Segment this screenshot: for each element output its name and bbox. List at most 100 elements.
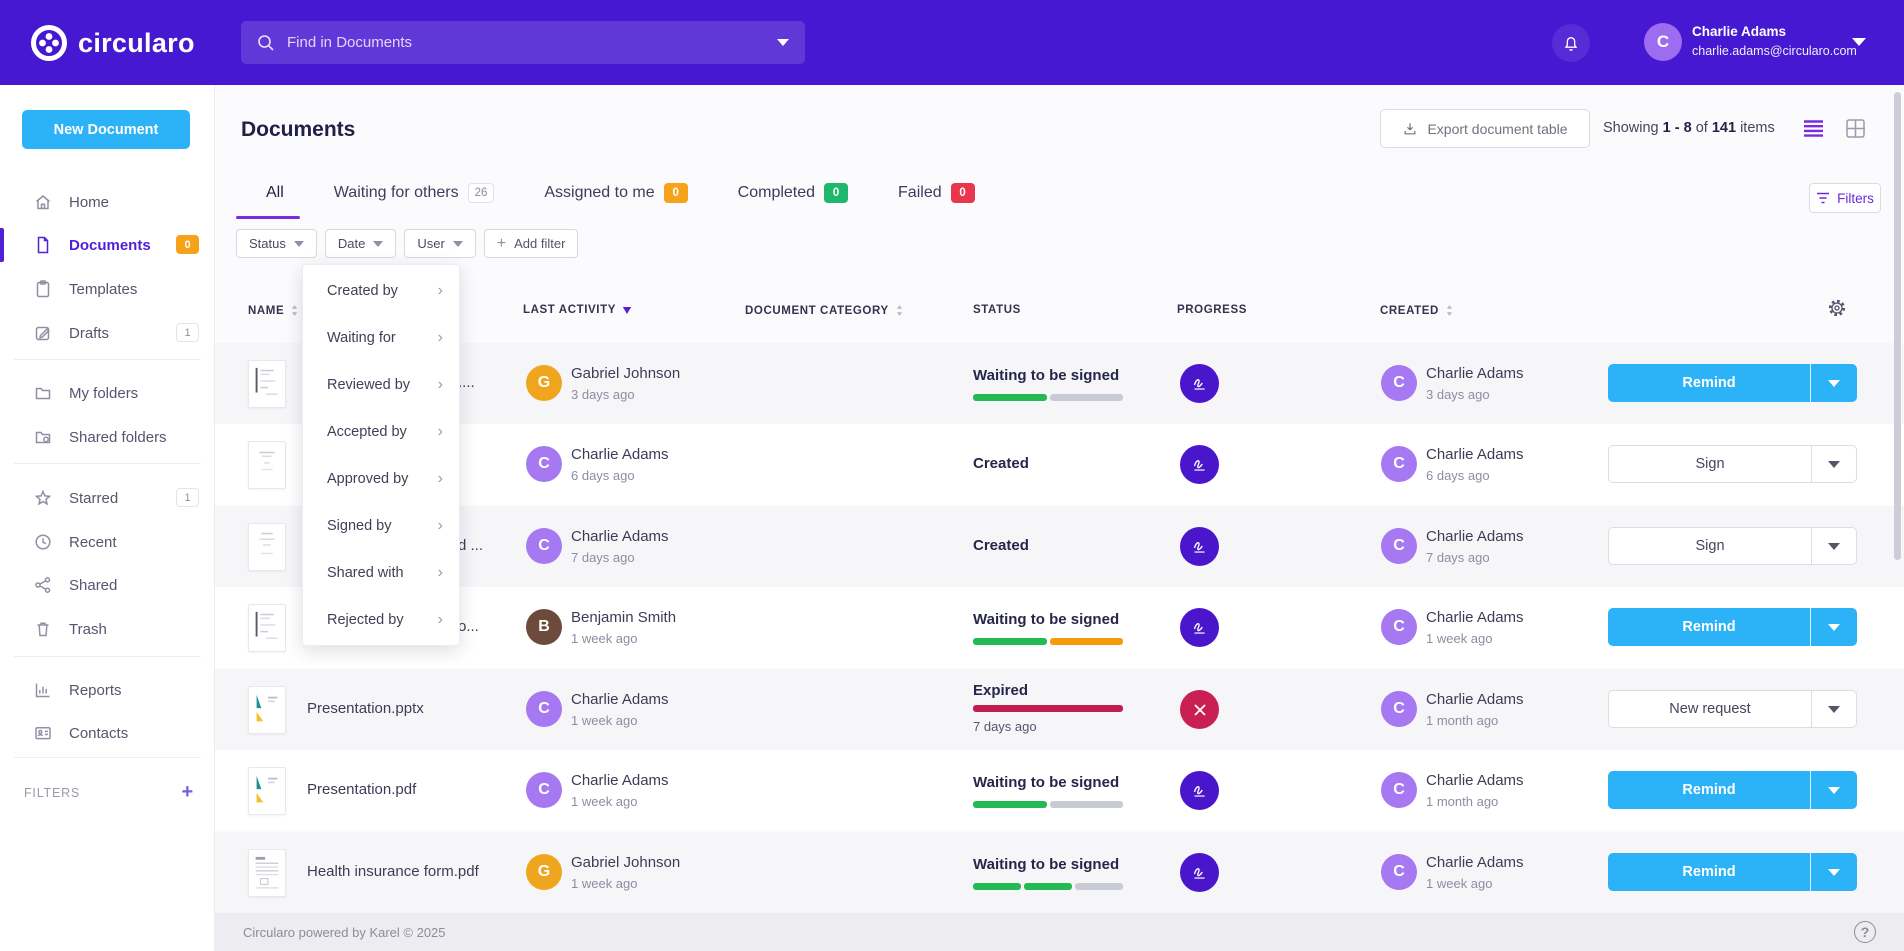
scrollbar-thumb[interactable] [1894, 92, 1901, 560]
avatar: C [1381, 528, 1417, 564]
menu-item-signed-by[interactable]: Signed by› [303, 502, 459, 549]
add-filter-button[interactable]: +Add filter [484, 229, 579, 258]
sidebar-item-shared-folders[interactable]: Shared folders [0, 418, 215, 456]
row-action: New request [1608, 690, 1857, 728]
sidebar-item-contacts[interactable]: Contacts [0, 714, 215, 752]
table-row[interactable]: Presentation.pptx C Charlie Adams1 week … [215, 669, 1904, 750]
sidebar-item-starred[interactable]: Starred 1 [0, 479, 215, 517]
avatar: C [526, 772, 562, 808]
sidebar-item-recent[interactable]: Recent [0, 523, 215, 561]
sidebar-item-my-folders[interactable]: My folders [0, 374, 215, 412]
sign-button[interactable]: Sign [1609, 446, 1811, 482]
sidebar-item-drafts[interactable]: Drafts 1 [0, 314, 215, 352]
page-title: Documents [241, 118, 355, 142]
remind-button[interactable]: Remind [1608, 364, 1810, 402]
action-dropdown-button[interactable] [1811, 446, 1856, 482]
remind-button[interactable]: Remind [1608, 608, 1810, 646]
menu-item-shared-with[interactable]: Shared with› [303, 549, 459, 596]
add-filter-plus-icon[interactable]: + [182, 781, 194, 804]
search-input[interactable]: Find in Documents [241, 21, 805, 64]
menu-item-created-by[interactable]: Created by› [303, 267, 459, 314]
tab-completed[interactable]: Completed0 [738, 183, 848, 203]
tab-badge: 26 [468, 183, 495, 203]
created-cell: Charlie Adams1 week ago [1426, 607, 1524, 648]
help-button[interactable]: ? [1854, 921, 1876, 943]
column-header-progress: PROGRESS [1177, 304, 1247, 316]
sidebar-filters-section: FILTERS + [24, 781, 194, 804]
divider [14, 359, 201, 360]
table-row[interactable]: Health insurance form.pdf G Gabriel John… [215, 832, 1904, 913]
signature-progress-icon[interactable] [1180, 853, 1219, 892]
tab-waiting-for-others[interactable]: Waiting for others26 [334, 183, 495, 203]
signature-progress-icon[interactable] [1180, 608, 1219, 647]
new-document-button[interactable]: New Document [22, 110, 190, 149]
filters-button[interactable]: Filters [1809, 183, 1881, 213]
sidebar-item-home[interactable]: Home [0, 183, 215, 221]
table-header: NAME LAST ACTIVITY DOCUMENT CATEGORY STA… [215, 280, 1904, 343]
action-dropdown-button[interactable] [1810, 853, 1857, 891]
document-thumbnail-icon [248, 360, 286, 408]
tab-assigned-to-me[interactable]: Assigned to me0 [544, 183, 687, 203]
table-settings-button[interactable] [1827, 298, 1847, 318]
column-header-document-category[interactable]: DOCUMENT CATEGORY [745, 304, 904, 317]
table-row[interactable]: o... B Benjamin Smith1 week ago Waiting … [215, 587, 1904, 668]
remind-button[interactable]: Remind [1608, 771, 1810, 809]
user-info[interactable]: Charlie Adams charlie.adams@circularo.co… [1692, 22, 1857, 60]
menu-item-accepted-by[interactable]: Accepted by› [303, 408, 459, 455]
sidebar-item-label: Home [69, 194, 109, 211]
last-activity-cell: Charlie Adams1 week ago [571, 689, 669, 730]
action-dropdown-button[interactable] [1810, 608, 1857, 646]
signature-progress-icon[interactable] [1180, 364, 1219, 403]
app-logo[interactable]: circularo [30, 24, 195, 62]
sidebar-item-shared[interactable]: Shared [0, 566, 215, 604]
chevron-right-icon: › [438, 329, 443, 347]
chevron-right-icon: › [438, 423, 443, 441]
column-header-created[interactable]: CREATED [1380, 304, 1454, 317]
filter-chip-user[interactable]: User [404, 229, 475, 258]
action-dropdown-button[interactable] [1810, 364, 1857, 402]
action-dropdown-button[interactable] [1811, 691, 1856, 727]
folder-icon [33, 383, 53, 403]
table-row[interactable]: d ... C Charlie Adams7 days ago Created … [215, 506, 1904, 587]
export-document-table-button[interactable]: Export document table [1380, 109, 1590, 148]
menu-item-waiting-for[interactable]: Waiting for› [303, 314, 459, 361]
filter-chip-date[interactable]: Date [325, 229, 396, 258]
column-header-status: STATUS [973, 304, 1021, 316]
signature-progress-icon[interactable] [1180, 771, 1219, 810]
notifications-button[interactable] [1552, 24, 1590, 62]
action-dropdown-button[interactable] [1811, 528, 1856, 564]
table-row[interactable]: Presentation.pdf C Charlie Adams1 week a… [215, 750, 1904, 831]
user-filter-dropdown-menu: Created by› Waiting for› Reviewed by› Ac… [302, 264, 460, 646]
signature-progress-icon[interactable] [1180, 445, 1219, 484]
sidebar-item-trash[interactable]: Trash [0, 610, 215, 648]
signature-progress-icon[interactable] [1180, 527, 1219, 566]
sidebar-item-documents[interactable]: Documents 0 [0, 226, 215, 264]
tab-failed[interactable]: Failed0 [898, 183, 975, 203]
sidebar-item-reports[interactable]: Reports [0, 671, 215, 709]
bar-chart-icon [33, 680, 53, 700]
failed-progress-icon[interactable] [1180, 690, 1219, 729]
filters-section-label: FILTERS [24, 786, 80, 800]
tab-all[interactable]: All [266, 184, 284, 202]
table-row[interactable]: .... G Gabriel Johnson3 days ago Waiting… [215, 343, 1904, 424]
new-request-button[interactable]: New request [1609, 691, 1811, 727]
divider [14, 463, 201, 464]
sidebar-item-label: Shared [69, 577, 117, 594]
sidebar-item-templates[interactable]: Templates [0, 270, 215, 308]
table-row[interactable]: C Charlie Adams6 days ago Created C Char… [215, 424, 1904, 505]
remind-button[interactable]: Remind [1608, 853, 1810, 891]
user-menu-caret-icon[interactable] [1852, 38, 1866, 46]
sign-button[interactable]: Sign [1609, 528, 1811, 564]
menu-item-approved-by[interactable]: Approved by› [303, 455, 459, 502]
grid-view-button[interactable] [1846, 119, 1865, 138]
menu-item-reviewed-by[interactable]: Reviewed by› [303, 361, 459, 408]
list-view-button[interactable] [1803, 120, 1824, 137]
user-avatar[interactable]: C [1644, 23, 1682, 61]
search-scope-caret-icon[interactable] [777, 39, 789, 46]
column-header-last-activity[interactable]: LAST ACTIVITY [523, 304, 632, 316]
filter-chip-status[interactable]: Status [236, 229, 317, 258]
column-header-name[interactable]: NAME [248, 304, 299, 317]
action-dropdown-button[interactable] [1810, 771, 1857, 809]
menu-item-rejected-by[interactable]: Rejected by› [303, 596, 459, 643]
sidebar: New Document Home Documents 0 Templates … [0, 85, 215, 951]
